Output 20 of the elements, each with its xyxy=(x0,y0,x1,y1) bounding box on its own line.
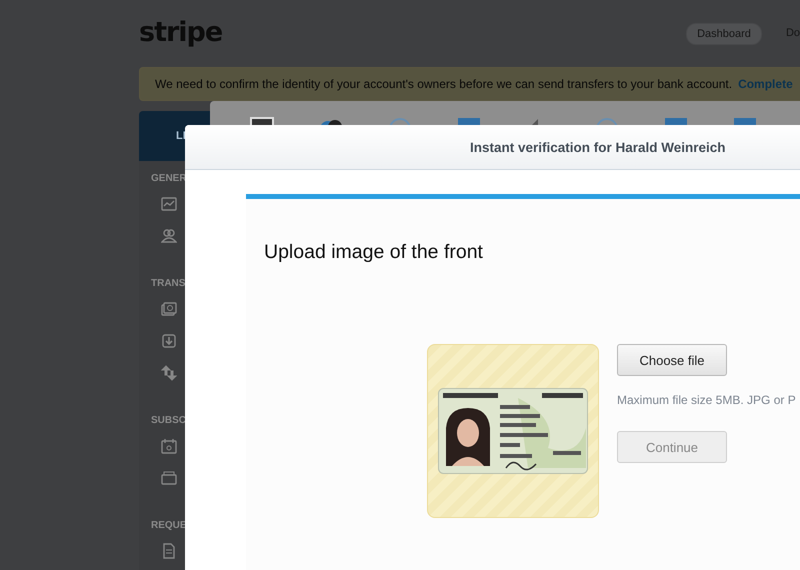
chart-icon[interactable] xyxy=(161,196,177,212)
upload-heading: Upload image of the front xyxy=(263,240,484,264)
notice-text: We need to confirm the identity of your account's owners before we can send transfers to your bank account. xyxy=(155,77,732,91)
section-title: GENER xyxy=(150,173,188,184)
photos-icon[interactable] xyxy=(161,301,177,317)
people-icon[interactable] xyxy=(161,228,177,244)
calendar-icon[interactable] xyxy=(161,438,177,454)
complete-link[interactable]: Complete xyxy=(738,77,793,91)
choose-file-button[interactable]: Choose file xyxy=(617,344,727,376)
file-size-hint: Maximum file size 5MB. JPG or P xyxy=(617,393,796,407)
stack-icon[interactable] xyxy=(161,470,177,486)
nav-link[interactable]: Dashboard xyxy=(686,22,762,44)
download-icon[interactable] xyxy=(161,333,177,349)
section-title: REQUE xyxy=(150,520,188,531)
sidebar-header-text: LI xyxy=(176,130,186,142)
dialog-title: Instant verification for Harald Weinreich xyxy=(470,140,726,154)
transfer-icon[interactable] xyxy=(161,365,177,381)
section-title: SUBSC xyxy=(150,415,188,426)
section-title: TRANS xyxy=(150,278,186,289)
document-icon[interactable] xyxy=(161,543,177,559)
